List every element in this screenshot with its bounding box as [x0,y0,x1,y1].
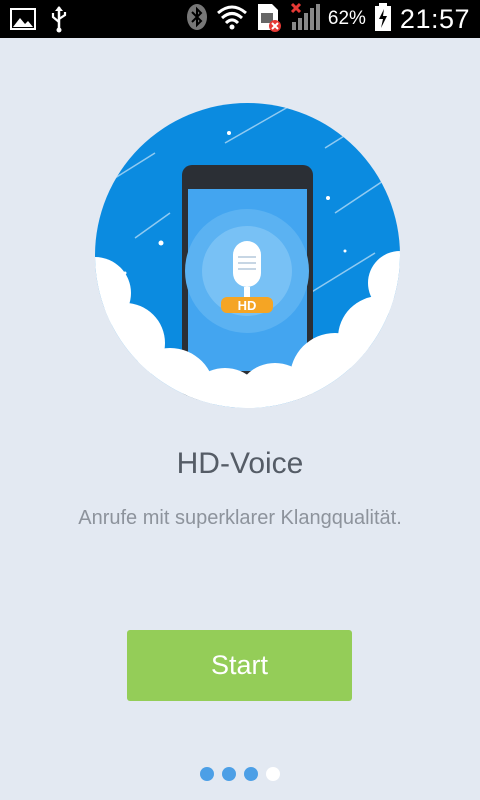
status-bar: 62% 21:57 [0,0,480,38]
signal-icon [290,2,320,37]
hd-badge: HD [238,298,257,313]
sim-error-icon [256,2,282,37]
battery-percent: 62% [327,8,366,29]
page-title: HD-Voice [176,447,304,480]
battery-icon [374,2,392,37]
wifi-icon [216,4,248,35]
page-subtitle: Anrufe mit superklarer Klangqualität. [78,507,402,529]
page-indicator [0,767,480,781]
clock: 21:57 [399,3,470,34]
page-dot-4[interactable] [266,767,280,781]
hd-voice-illustration: HD [95,103,400,408]
start-button[interactable]: Start [127,630,352,701]
usb-icon [50,5,68,38]
page-dot-2[interactable] [222,767,236,781]
image-icon [10,7,36,36]
page-dot-3[interactable] [244,767,258,781]
bluetooth-icon [186,3,208,36]
page-dot-1[interactable] [200,767,214,781]
